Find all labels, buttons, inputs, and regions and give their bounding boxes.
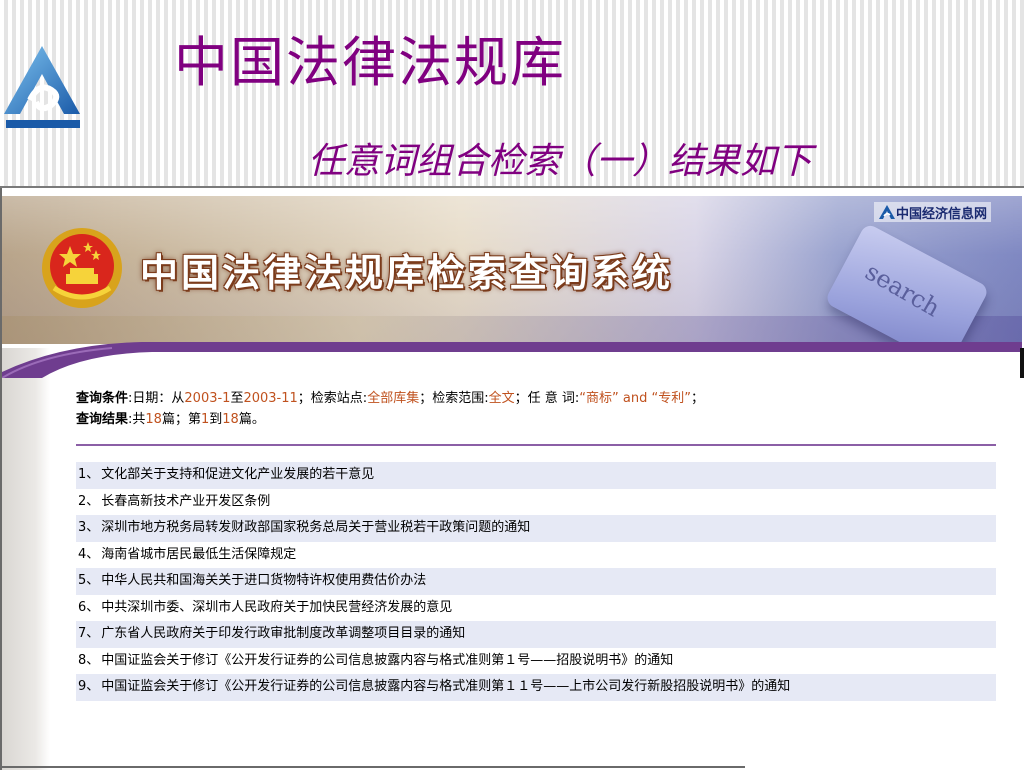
result-number: 3、 — [78, 520, 100, 535]
banner-curve — [2, 342, 1022, 378]
result-number: 1、 — [78, 467, 100, 482]
result-title-link[interactable]: 深圳市地方税务局转发财政部国家税务总局关于营业税若干政策问题的通知 — [101, 520, 530, 535]
date-to: 2003-11 — [243, 391, 298, 406]
site-label: ；检索站点: — [297, 391, 368, 406]
result-title-link[interactable]: 广东省人民政府关于印发行政审批制度改革调整项目目录的通知 — [101, 626, 465, 641]
partner-logo-icon — [879, 205, 895, 219]
result-mid: 篇；第 — [161, 412, 201, 427]
partner-logo-label: 中国经济信息网 — [896, 206, 988, 222]
date-from: 2003-1 — [184, 391, 231, 406]
result-title-link[interactable]: 海南省城市居民最低生活保障规定 — [101, 547, 296, 562]
screenshot-frame: 中国法律法规库检索查询系统 search 中国经济信息网 查询条件:日期：从20… — [0, 186, 1024, 770]
divider — [76, 444, 996, 446]
query-result-label: 查询结果 — [76, 412, 129, 427]
result-number: 7、 — [78, 626, 100, 641]
result-prefix: :共 — [128, 412, 146, 427]
page-to-word: 到 — [209, 412, 223, 427]
result-item[interactable]: 8、 中国证监会关于修订《公开发行证券的公司信息披露内容与格式准则第１号——招股说… — [76, 647, 996, 674]
result-number: 8、 — [78, 652, 100, 668]
page-from: 1 — [200, 412, 210, 427]
system-banner: 中国法律法规库检索查询系统 search 中国经济信息网 — [2, 196, 1022, 344]
result-item[interactable]: 3、 深圳市地方税务局转发财政部国家税务总局关于营业税若干政策问题的通知 — [76, 515, 996, 542]
slide-title: 中国法律法规库 — [174, 31, 566, 94]
result-number: 2、 — [78, 493, 100, 509]
national-emblem-icon — [42, 228, 122, 308]
result-title-link[interactable]: 中国证监会关于修订《公开发行证券的公司信息披露内容与格式准则第１号——招股说明书… — [101, 653, 673, 668]
scope-value: 全文 — [488, 391, 515, 406]
result-item[interactable]: 9、 中国证监会关于修订《公开发行证券的公司信息披露内容与格式准则第１１号——上市… — [76, 674, 996, 701]
page-to: 18 — [222, 412, 239, 427]
result-total: 18 — [145, 412, 162, 427]
date-label: :日期：从 — [128, 391, 185, 406]
date-to-word: 至 — [230, 391, 244, 406]
result-title-link[interactable]: 文化部关于支持和促进文化产业发展的若干意见 — [101, 467, 374, 482]
result-title-link[interactable]: 中华人民共和国海关关于进口货物特许权使用费估价办法 — [101, 573, 426, 588]
slide-logo-icon — [4, 46, 80, 128]
result-item[interactable]: 1、 文化部关于支持和促进文化产业发展的若干意见 — [76, 462, 996, 489]
result-item[interactable]: 4、 海南省城市居民最低生活保障规定 — [76, 541, 996, 568]
keyword-label: ；任 意 词: — [514, 391, 580, 406]
query-condition-label: 查询条件 — [76, 391, 129, 406]
left-decoration — [2, 348, 50, 770]
frame-edge-right — [1020, 348, 1024, 378]
result-title-link[interactable]: 中共深圳市委、深圳市人民政府关于加快民营经济发展的意见 — [101, 600, 452, 615]
result-title-link[interactable]: 中国证监会关于修订《公开发行证券的公司信息披露内容与格式准则第１１号——上市公司… — [101, 679, 790, 694]
result-item[interactable]: 6、 中共深圳市委、深圳市人民政府关于加快民营经济发展的意见 — [76, 594, 996, 621]
result-item[interactable]: 7、 广东省人民政府关于印发行政审批制度改革调整项目目录的通知 — [76, 621, 996, 648]
result-number: 9、 — [78, 679, 100, 694]
site-value: 全部库集 — [367, 391, 420, 406]
end-semicolon: ； — [690, 391, 704, 406]
result-number: 5、 — [78, 573, 100, 588]
scope-label: ；检索范围: — [419, 391, 489, 406]
result-item[interactable]: 2、 长春高新技术产业开发区条例 — [76, 488, 996, 515]
partner-logo[interactable]: 中国经济信息网 — [874, 202, 992, 222]
result-list: 1、 文化部关于支持和促进文化产业发展的若干意见 2、 长春高新技术产业开发区条例 … — [76, 462, 996, 701]
keyword-value: “商标” and “专利” — [579, 391, 691, 406]
query-condition-line: 查询条件:日期：从2003-1至2003-11；检索站点:全部库集；检索范围:全… — [76, 388, 704, 409]
result-item[interactable]: 5、 中华人民共和国海关关于进口货物特许权使用费估价办法 — [76, 568, 996, 595]
query-info: 查询条件:日期：从2003-1至2003-11；检索站点:全部库集；检索范围:全… — [76, 388, 704, 430]
result-number: 6、 — [78, 599, 100, 615]
result-title-link[interactable]: 长春高新技术产业开发区条例 — [101, 494, 270, 509]
system-title: 中国法律法规库检索查询系统 — [140, 251, 674, 295]
result-suffix: 篇。 — [238, 412, 265, 427]
slide-subtitle: 任意词组合检索（一）结果如下 — [308, 141, 813, 182]
result-number: 4、 — [78, 546, 100, 562]
query-result-line: 查询结果:共18篇；第1到18篇。 — [76, 409, 704, 430]
